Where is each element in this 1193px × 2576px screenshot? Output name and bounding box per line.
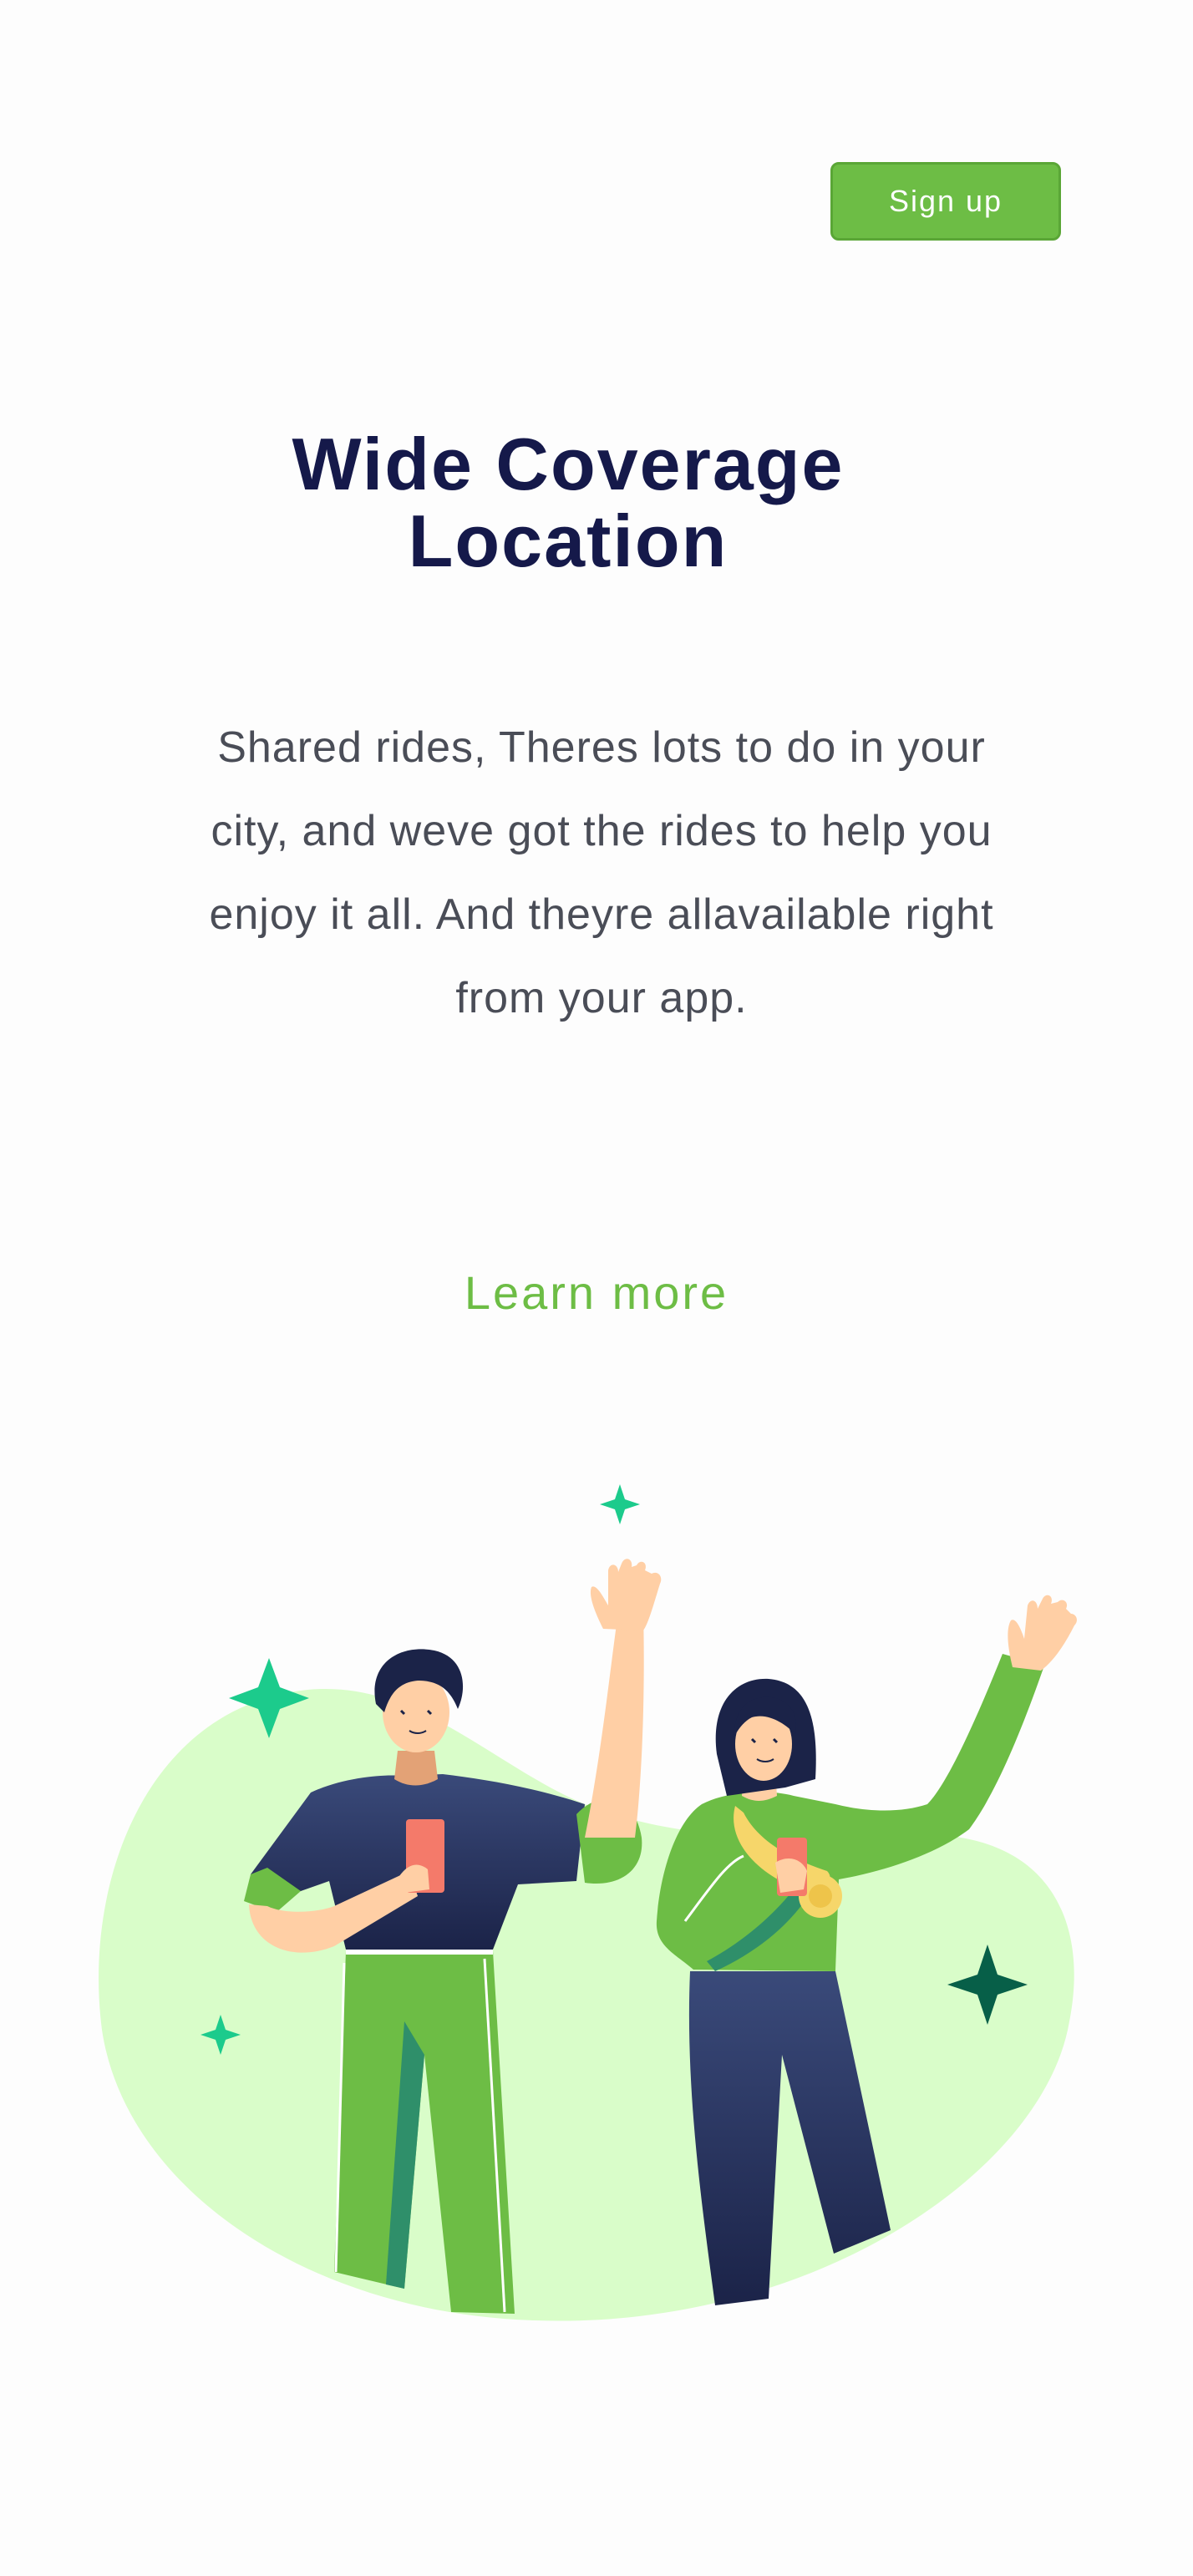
sparkle-icon	[600, 1484, 640, 1524]
page-title: Wide Coverage Location	[292, 423, 845, 582]
hero-illustration	[99, 1484, 1077, 2321]
signup-button[interactable]: Sign up	[830, 162, 1061, 241]
learn-more-link[interactable]: Learn more	[346, 1265, 847, 1320]
background-blob	[99, 1688, 1074, 2321]
hero-description: Shared rides, Theres lots to do in your …	[209, 723, 994, 1022]
